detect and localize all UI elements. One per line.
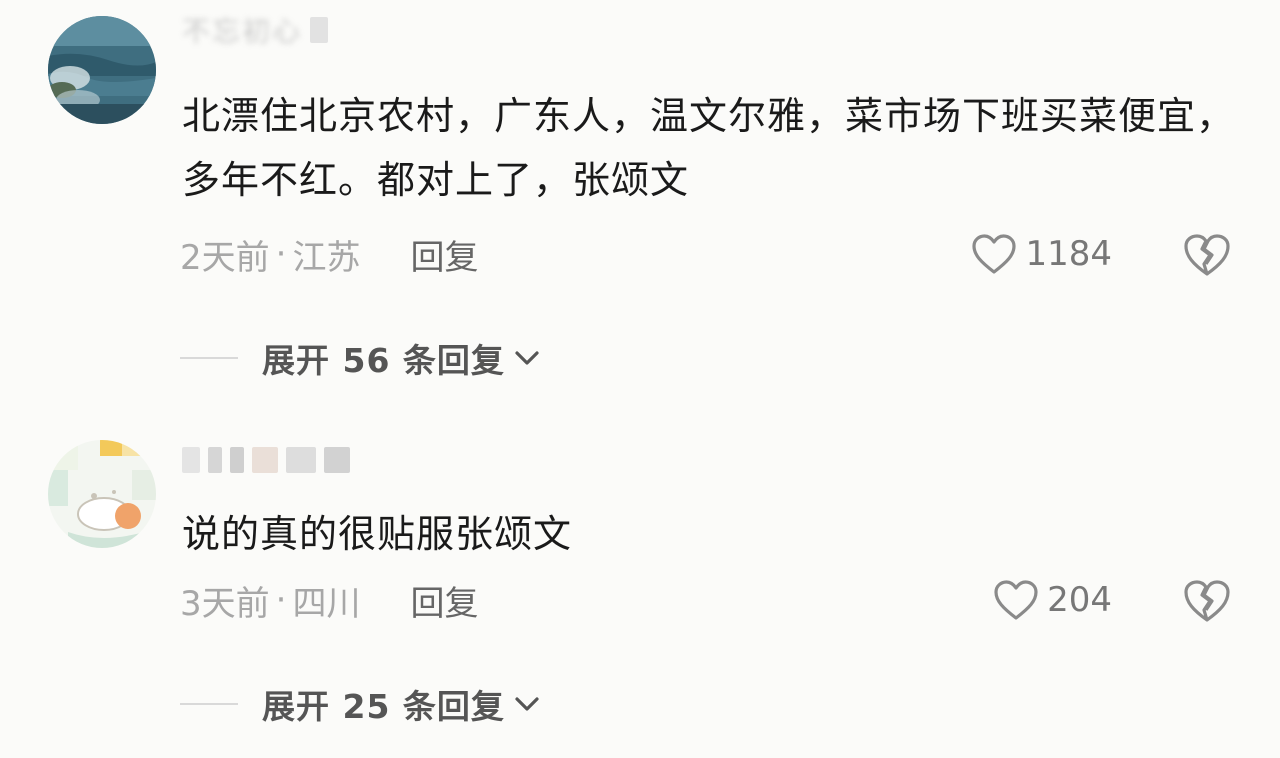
username-text: 不忘初心 [182, 15, 303, 48]
expand-replies-label: 展开 56 条回复 [262, 341, 505, 380]
like-button[interactable]: 1184 [971, 230, 1112, 278]
expand-replies[interactable]: 展开 25 条回复 [180, 682, 541, 726]
broken-heart-icon [1184, 234, 1230, 276]
dislike-button[interactable] [1182, 232, 1232, 280]
divider-line [180, 703, 238, 705]
chevron-down-icon [515, 697, 539, 711]
broken-heart-icon [1184, 580, 1230, 622]
like-button[interactable]: 204 [993, 576, 1112, 624]
comment-text: 北漂住北京农村，广东人，温文尔雅，菜市场下班买菜便宜，多年不红。都对上了，张颂文 [182, 94, 1236, 202]
like-count: 1184 [1025, 234, 1112, 274]
dislike-button[interactable] [1182, 578, 1232, 626]
username-redaction [182, 447, 200, 473]
reply-button[interactable]: 回复 [410, 576, 478, 625]
comment-location: 四川 [292, 583, 361, 624]
expand-replies[interactable]: 展开 56 条回复 [180, 336, 541, 380]
comment-time: 2天前 [180, 237, 270, 278]
username[interactable]: 不忘初心 [182, 12, 329, 48]
expand-replies-label: 展开 25 条回复 [262, 687, 505, 726]
meta-separator: · [275, 234, 287, 274]
like-count: 204 [1047, 580, 1112, 620]
comment-meta: 3天前 · 四川 回复 [180, 580, 478, 624]
comment-location: 江苏 [292, 237, 361, 278]
username-redaction [208, 447, 222, 473]
username-redaction [324, 447, 350, 473]
avatar[interactable] [48, 16, 156, 124]
username-redaction [310, 17, 329, 43]
comment-text: 说的真的很贴服张颂文 [182, 512, 573, 556]
heart-outline-icon [972, 234, 1017, 274]
divider-line [180, 357, 238, 359]
reply-button[interactable]: 回复 [410, 230, 478, 279]
avatar[interactable] [48, 440, 156, 548]
heart-outline-icon [994, 580, 1038, 620]
username[interactable] [182, 442, 358, 478]
comment-meta: 2天前 · 江苏 回复 [180, 234, 478, 278]
chevron-down-icon [515, 351, 539, 365]
username-redaction [286, 447, 316, 473]
comment-time: 3天前 [180, 583, 270, 624]
username-redaction [230, 447, 244, 473]
meta-separator: · [275, 580, 287, 620]
username-redaction [252, 447, 278, 473]
